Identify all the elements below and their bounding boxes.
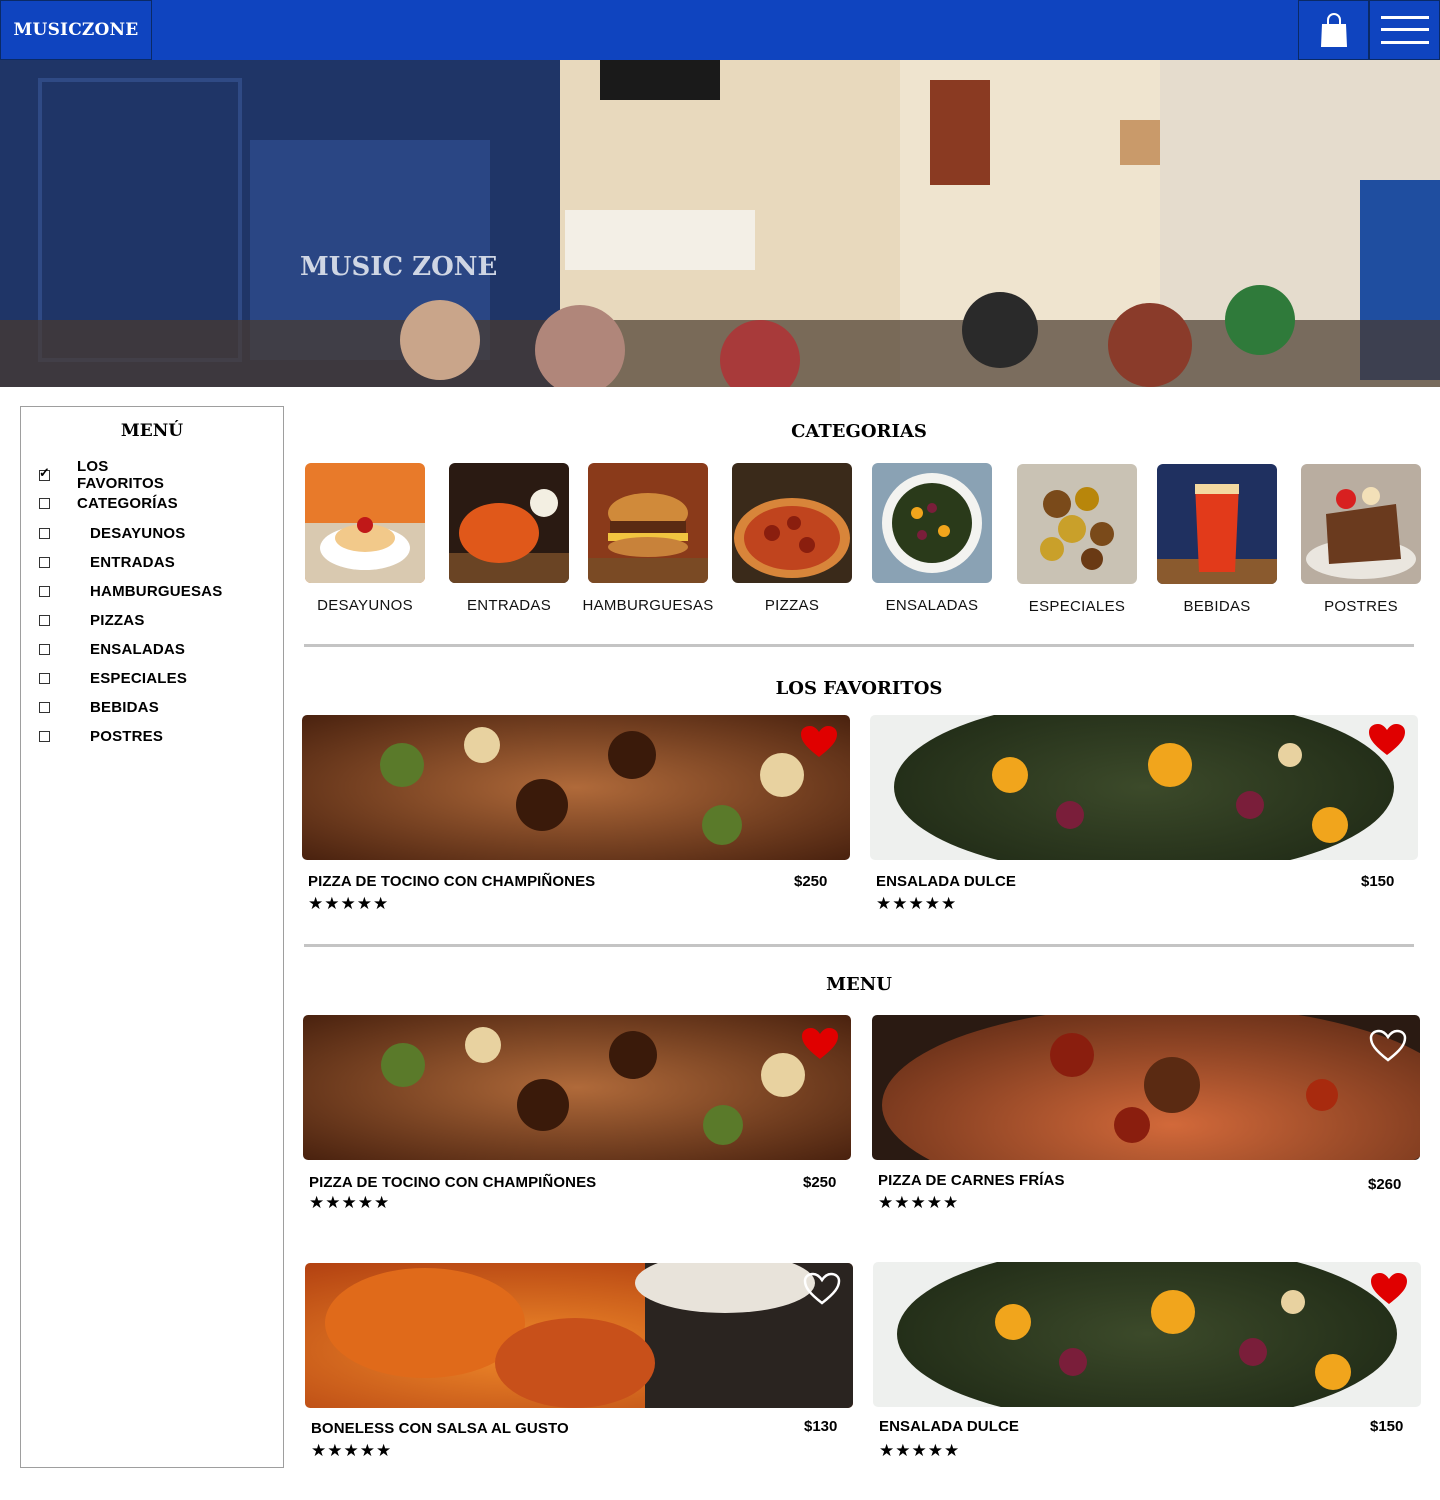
checkbox[interactable]: [39, 730, 50, 742]
category-entradas[interactable]: ENTRADAS: [449, 463, 569, 614]
checkbox[interactable]: [39, 497, 50, 509]
dish-name: PIZZA DE TOCINO CON CHAMPIÑONES: [308, 873, 596, 890]
dish-name: ENSALADA DULCE: [876, 873, 1017, 890]
cart-button[interactable]: [1298, 0, 1369, 60]
hero-sign-text: MUSIC ZONE: [300, 252, 497, 282]
category-image[interactable]: [1301, 464, 1421, 584]
sidebar-title: MENÚ: [120, 421, 184, 441]
checkbox[interactable]: [39, 672, 50, 684]
checkbox[interactable]: [39, 643, 50, 655]
sidebar-item-label: CATEGORÍAS: [77, 494, 178, 512]
logo[interactable]: MUSICZONE: [0, 0, 152, 60]
sidebar-item-label: ENTRADAS: [90, 553, 175, 571]
sidebar-item-label: PIZZAS: [90, 611, 145, 629]
category-label: ENSALADAS: [885, 597, 979, 614]
category-image[interactable]: [732, 463, 852, 583]
menu-title: MENU: [826, 974, 892, 995]
heart-outline-icon[interactable]: [803, 1272, 841, 1306]
dish-image[interactable]: [303, 1015, 851, 1160]
category-bebidas[interactable]: BEBIDAS: [1157, 464, 1277, 615]
dish-price: $130: [804, 1418, 838, 1435]
section-divider: [304, 644, 1414, 647]
dish-name: PIZZA DE TOCINO CON CHAMPIÑONES: [309, 1174, 597, 1191]
category-especiales[interactable]: ESPECIALES: [1017, 464, 1137, 615]
dish-image[interactable]: [873, 1262, 1421, 1407]
rating-stars: ★★★★★: [308, 894, 390, 913]
dish-name: PIZZA DE CARNES FRÍAS: [878, 1172, 1065, 1189]
category-label: DESAYUNOS: [317, 597, 413, 614]
checkbox[interactable]: [39, 614, 50, 626]
category-image[interactable]: [872, 463, 992, 583]
category-label: BEBIDAS: [1183, 598, 1251, 615]
dish-image[interactable]: [302, 715, 850, 860]
dish-price: $150: [1370, 1418, 1404, 1435]
dish-image[interactable]: [305, 1263, 853, 1408]
checkbox[interactable]: [39, 585, 50, 597]
category-postres[interactable]: POSTRES: [1301, 464, 1421, 615]
category-label: PIZZAS: [764, 597, 820, 614]
dish-name: ENSALADA DULCE: [879, 1418, 1020, 1435]
hero-restaurant-photo: MUSIC ZONE: [0, 60, 1440, 387]
dish-price: $250: [803, 1174, 837, 1191]
category-hamburguesas[interactable]: HAMBURGUESAS: [582, 463, 713, 614]
category-label: POSTRES: [1324, 598, 1398, 615]
rating-stars: ★★★★★: [879, 1441, 961, 1460]
checkbox[interactable]: [39, 556, 50, 568]
dish-image[interactable]: [872, 1015, 1420, 1160]
sidebar-item-label: DESAYUNOS: [90, 524, 186, 542]
category-image[interactable]: [305, 463, 425, 583]
rating-stars: ★★★★★: [878, 1193, 960, 1212]
rating-stars: ★★★★★: [311, 1441, 393, 1460]
category-pizzas[interactable]: PIZZAS: [732, 463, 852, 614]
category-image[interactable]: [1017, 464, 1137, 584]
category-image[interactable]: [449, 463, 569, 583]
category-desayunos[interactable]: DESAYUNOS: [305, 463, 425, 614]
category-image[interactable]: [1157, 464, 1277, 584]
checkbox[interactable]: [39, 527, 50, 539]
heart-filled-icon[interactable]: [801, 1027, 839, 1061]
category-label: ESPECIALES: [1028, 598, 1126, 615]
hamburger-menu-icon: [1380, 16, 1429, 44]
dish-price: $150: [1361, 873, 1395, 890]
category-image[interactable]: [588, 463, 708, 583]
heart-filled-icon[interactable]: [800, 725, 838, 759]
sidebar-item-label: BEBIDAS: [90, 698, 159, 716]
shopping-bag-icon: [1320, 13, 1347, 47]
rating-stars: ★★★★★: [876, 894, 958, 913]
top-navigation-bar: MUSICZONE: [0, 0, 1440, 60]
dish-image[interactable]: [870, 715, 1418, 860]
dish-name: BONELESS CON SALSA AL GUSTO: [311, 1420, 569, 1437]
sidebar-item-label: LOS FAVORITOS: [77, 458, 165, 492]
category-label: HAMBURGUESAS: [582, 597, 714, 614]
heart-outline-icon[interactable]: [1369, 1029, 1407, 1063]
categories-title: CATEGORIAS: [791, 421, 927, 442]
favorites-title: LOS FAVORITOS: [775, 678, 943, 699]
category-label: ENTRADAS: [466, 597, 552, 614]
heart-filled-icon[interactable]: [1370, 1272, 1408, 1306]
checkbox[interactable]: [39, 701, 50, 713]
category-ensaladas[interactable]: ENSALADAS: [872, 463, 992, 614]
sidebar-item-label: POSTRES: [90, 727, 164, 745]
section-divider: [304, 944, 1414, 947]
sidebar-item-label: ESPECIALES: [90, 669, 188, 687]
heart-filled-icon[interactable]: [1368, 723, 1406, 757]
dish-price: $260: [1368, 1176, 1402, 1193]
menu-toggle-button[interactable]: [1369, 0, 1440, 60]
sidebar-item-label: HAMBURGUESAS: [90, 582, 223, 600]
sidebar-item-label: ENSALADAS: [90, 640, 186, 658]
checkbox-checked[interactable]: [39, 465, 50, 481]
dish-price: $250: [794, 873, 828, 890]
sidebar-filter-panel: MENÚ LOS FAVORITOS CATEGORÍAS DESAYUNOS …: [20, 406, 284, 1468]
rating-stars: ★★★★★: [309, 1193, 391, 1212]
